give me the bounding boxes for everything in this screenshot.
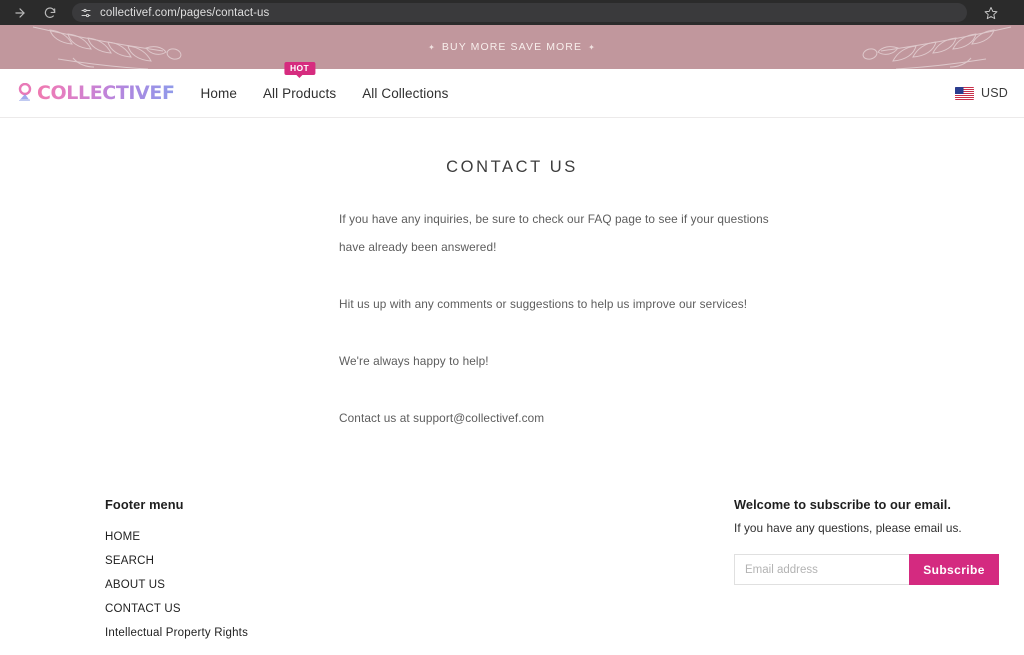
main-navigation: Home HOT All Products All Collections (201, 61, 449, 105)
contact-paragraph-3: Hit us up with any comments or suggestio… (339, 297, 748, 311)
paragraph-spacer-1 (339, 261, 688, 290)
leaf-decoration-right (862, 26, 1012, 69)
main-content: CONTACT US If you have any inquiries, be… (0, 118, 1024, 432)
contact-paragraph-2: have already been answered! (339, 240, 497, 254)
nav-label-all-products: All Products (262, 85, 337, 101)
email-input[interactable] (734, 554, 909, 585)
promo-banner: ✦ BUY MORE SAVE MORE ✦ (0, 25, 1024, 69)
newsletter-title: Welcome to subscribe to our email. (734, 497, 951, 512)
footer-link-home[interactable]: HOME (105, 531, 248, 543)
site-footer: Footer menu HOME SEARCH ABOUT US CONTACT… (0, 494, 1024, 639)
currency-selector[interactable]: USD (955, 86, 1008, 100)
contact-body-copy: If you have any inquiries, be sure to ch… (336, 205, 769, 432)
paragraph-spacer-3 (339, 375, 688, 404)
site-logo-text: COLLECTIVEF (37, 82, 175, 104)
reload-icon[interactable] (40, 3, 60, 23)
browser-toolbar: collectivef.com/pages/contact-us (0, 0, 1024, 25)
us-flag-icon (955, 86, 974, 100)
footer-link-contact-us[interactable]: CONTACT US (105, 603, 248, 615)
address-bar-url: collectivef.com/pages/contact-us (100, 6, 270, 19)
contact-paragraph-4: We're always happy to help! (339, 354, 489, 368)
site-logo[interactable]: COLLECTIVEF (16, 82, 175, 104)
paragraph-spacer-2 (339, 318, 688, 347)
footer-link-search[interactable]: SEARCH (105, 555, 248, 567)
star-icon[interactable] (981, 3, 1001, 23)
arrow-forward-icon[interactable] (10, 3, 30, 23)
site-header: COLLECTIVEF Home HOT All Products All Co… (0, 61, 1024, 118)
address-bar[interactable]: collectivef.com/pages/contact-us (72, 3, 967, 22)
subscribe-button[interactable]: Subscribe (909, 554, 999, 585)
nav-label-all-collections: All Collections (362, 85, 449, 101)
promo-label: BUY MORE SAVE MORE (441, 41, 583, 53)
currency-label: USD (981, 86, 1008, 100)
promo-text: ✦ BUY MORE SAVE MORE ✦ (428, 41, 596, 53)
subscribe-form: Subscribe (734, 554, 999, 585)
footer-menu: Footer menu HOME SEARCH ABOUT US CONTACT… (16, 494, 248, 639)
flower-logo-icon (18, 83, 32, 101)
nav-item-home[interactable]: Home (201, 82, 237, 105)
footer-menu-heading: Footer menu (105, 497, 184, 512)
sparkle-icon-left: ✦ (428, 42, 436, 52)
contact-paragraph-1: If you have any inquiries, be sure to ch… (339, 212, 769, 226)
contact-email-line: Contact us at support@collectivef.com (339, 411, 545, 425)
footer-link-intellectual-property-rights[interactable]: Intellectual Property Rights (105, 627, 248, 639)
hot-badge: HOT (283, 61, 316, 75)
nav-label-home: Home (200, 85, 237, 101)
nav-item-all-products[interactable]: HOT All Products (262, 61, 337, 105)
footer-link-about-us[interactable]: ABOUT US (105, 579, 248, 591)
leaf-decoration-left (32, 26, 182, 69)
sparkle-icon-right: ✦ (588, 42, 596, 52)
tune-icon[interactable] (80, 7, 92, 19)
page-title: CONTACT US (446, 158, 578, 176)
newsletter-subtitle: If you have any questions, please email … (734, 521, 962, 535)
newsletter-signup: Welcome to subscribe to our email. If yo… (734, 494, 1008, 585)
footer-link-list: HOME SEARCH ABOUT US CONTACT US Intellec… (105, 531, 248, 639)
nav-item-all-collections[interactable]: All Collections (362, 82, 448, 105)
